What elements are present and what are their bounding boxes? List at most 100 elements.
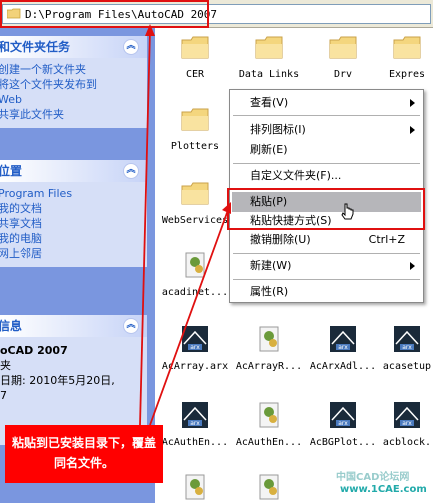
file-label: AcAuthEn... xyxy=(235,437,303,448)
arx-icon: arx xyxy=(182,326,208,352)
places-header[interactable]: 位置 ︽ xyxy=(0,160,147,182)
place-my-computer[interactable]: 我的电脑 xyxy=(0,231,147,246)
submenu-arrow-icon xyxy=(410,99,415,107)
svg-text:arx: arx xyxy=(190,344,200,351)
file-tasks-list: 创建一个新文件夹 将这个文件夹发布到 Web 共享此文件夹 xyxy=(0,58,147,128)
file-item[interactable] xyxy=(159,472,231,503)
file-item[interactable]: WebServices xyxy=(159,178,231,226)
collapse-icon[interactable]: ︽ xyxy=(123,39,139,55)
menu-item-shortcut: Ctrl+Z xyxy=(368,233,405,246)
folder-icon xyxy=(255,36,283,59)
annotation-note: 粘贴到已安装目录下，覆盖同名文件。 xyxy=(5,425,163,483)
site-watermark: 中国CAD论坛网 www.1CAE.com xyxy=(318,466,430,500)
file-item[interactable]: Data Links xyxy=(233,32,305,80)
places-panel: 位置 ︽ Program Files 我的文档 共享文档 我的电脑 网上邻居 xyxy=(0,160,147,267)
task-publish-web-cont[interactable]: Web xyxy=(0,92,147,107)
places-title: 位置 xyxy=(0,164,23,178)
file-label: acblock. xyxy=(382,437,432,448)
folder-icon xyxy=(393,36,421,59)
menu-item-undo-delete[interactable]: 撤销删除(U) Ctrl+Z xyxy=(232,230,421,250)
file-item[interactable]: arx AcBGPlot... xyxy=(307,400,379,448)
dll-icon xyxy=(185,474,205,500)
details-time: 7 xyxy=(0,389,7,402)
svg-text:arx: arx xyxy=(402,420,412,427)
menu-item-new[interactable]: 新建(W) xyxy=(232,256,421,276)
file-item[interactable]: arx AcAuthEn... xyxy=(159,400,231,448)
file-item[interactable]: Expres xyxy=(381,32,433,80)
menu-separator xyxy=(233,279,420,280)
file-label: CER xyxy=(185,69,205,80)
menu-item-refresh[interactable]: 刷新(E) xyxy=(232,140,421,160)
menu-item-label: 排列图标(I) xyxy=(250,123,306,136)
arx-icon: arx xyxy=(394,326,420,352)
file-label: Data Links xyxy=(238,69,300,80)
file-label: WebServices xyxy=(161,215,229,226)
details-title: 信息 xyxy=(0,319,23,333)
details-header[interactable]: 信息 ︽ xyxy=(0,315,147,337)
file-item[interactable]: arx acblock. xyxy=(381,400,433,448)
place-my-documents[interactable]: 我的文档 xyxy=(0,201,147,216)
menu-separator xyxy=(233,163,420,164)
task-share-folder[interactable]: 共享此文件夹 xyxy=(0,107,147,122)
address-bar: D:\Program Files\AutoCAD 2007 xyxy=(0,0,433,28)
menu-item-label: 撤销删除(U) xyxy=(250,233,311,246)
submenu-arrow-icon xyxy=(410,262,415,270)
file-item[interactable]: AcArrayR... xyxy=(233,324,305,372)
dll-icon xyxy=(259,474,279,500)
file-label: Expres xyxy=(388,69,426,80)
place-shared-documents[interactable]: 共享文档 xyxy=(0,216,147,231)
folder-icon xyxy=(181,36,209,59)
file-item[interactable]: arx acasetup xyxy=(381,324,433,372)
context-menu: 查看(V) 排列图标(I) 刷新(E) 自定义文件夹(F)... 粘贴(P) 粘… xyxy=(227,89,425,303)
file-tasks-header[interactable]: 和文件夹任务 ︽ xyxy=(0,36,147,58)
watermark-line2: www.1CAE.com xyxy=(340,484,427,495)
file-item[interactable]: arx AcArray.arx xyxy=(159,324,231,372)
menu-separator xyxy=(233,253,420,254)
menu-item-arrange-icons[interactable]: 排列图标(I) xyxy=(232,120,421,140)
file-label: AcBGPlot... xyxy=(309,437,377,448)
folder-icon xyxy=(181,182,209,205)
task-create-folder[interactable]: 创建一个新文件夹 xyxy=(0,62,147,77)
menu-item-properties[interactable]: 属性(R) xyxy=(232,282,421,302)
collapse-icon[interactable]: ︽ xyxy=(123,318,139,334)
file-item[interactable]: arx AcArxAdl... xyxy=(307,324,379,372)
file-label: acasetup xyxy=(382,361,432,372)
menu-item-label: 刷新(E) xyxy=(250,143,288,156)
svg-text:arx: arx xyxy=(338,420,348,427)
collapse-icon[interactable]: ︽ xyxy=(123,163,139,179)
place-network[interactable]: 网上邻居 xyxy=(0,246,147,261)
file-label: AcArrayR... xyxy=(235,361,303,372)
folder-icon xyxy=(329,36,357,59)
submenu-arrow-icon xyxy=(410,126,415,134)
details-name: oCAD 2007 xyxy=(0,344,68,357)
dll-icon xyxy=(259,326,279,352)
menu-item-label: 自定义文件夹(F)... xyxy=(250,169,342,182)
svg-text:arx: arx xyxy=(402,344,412,351)
menu-item-label: 新建(W) xyxy=(250,259,292,272)
file-item[interactable] xyxy=(233,472,305,503)
file-tasks-panel: 和文件夹任务 ︽ 创建一个新文件夹 将这个文件夹发布到 Web 共享此文件夹 xyxy=(0,36,147,128)
menu-item-view[interactable]: 查看(V) xyxy=(232,93,421,113)
file-item[interactable]: Plotters xyxy=(159,104,231,152)
menu-item-customize-folder[interactable]: 自定义文件夹(F)... xyxy=(232,166,421,186)
place-program-files[interactable]: Program Files xyxy=(0,186,147,201)
svg-text:arx: arx xyxy=(338,344,348,351)
paste-highlight-box xyxy=(227,188,425,230)
dll-icon xyxy=(185,252,205,278)
arx-icon: arx xyxy=(330,402,356,428)
details-date: 日期: 2010年5月20日, xyxy=(0,374,115,387)
menu-item-label: 属性(R) xyxy=(250,285,289,298)
file-item[interactable]: Drv xyxy=(307,32,379,80)
menu-separator xyxy=(233,115,420,116)
file-item[interactable]: acadinet... xyxy=(159,250,231,298)
mouse-cursor-icon xyxy=(341,203,354,220)
file-label: AcAuthEn... xyxy=(161,437,229,448)
folder-icon xyxy=(181,108,209,131)
task-publish-web[interactable]: 将这个文件夹发布到 xyxy=(0,77,147,92)
file-label: acadinet... xyxy=(161,287,229,298)
file-item[interactable]: CER xyxy=(159,32,231,80)
file-label: Drv xyxy=(333,69,353,80)
file-item[interactable]: AcAuthEn... xyxy=(233,400,305,448)
arx-icon: arx xyxy=(182,402,208,428)
file-label: AcArray.arx xyxy=(161,361,229,372)
